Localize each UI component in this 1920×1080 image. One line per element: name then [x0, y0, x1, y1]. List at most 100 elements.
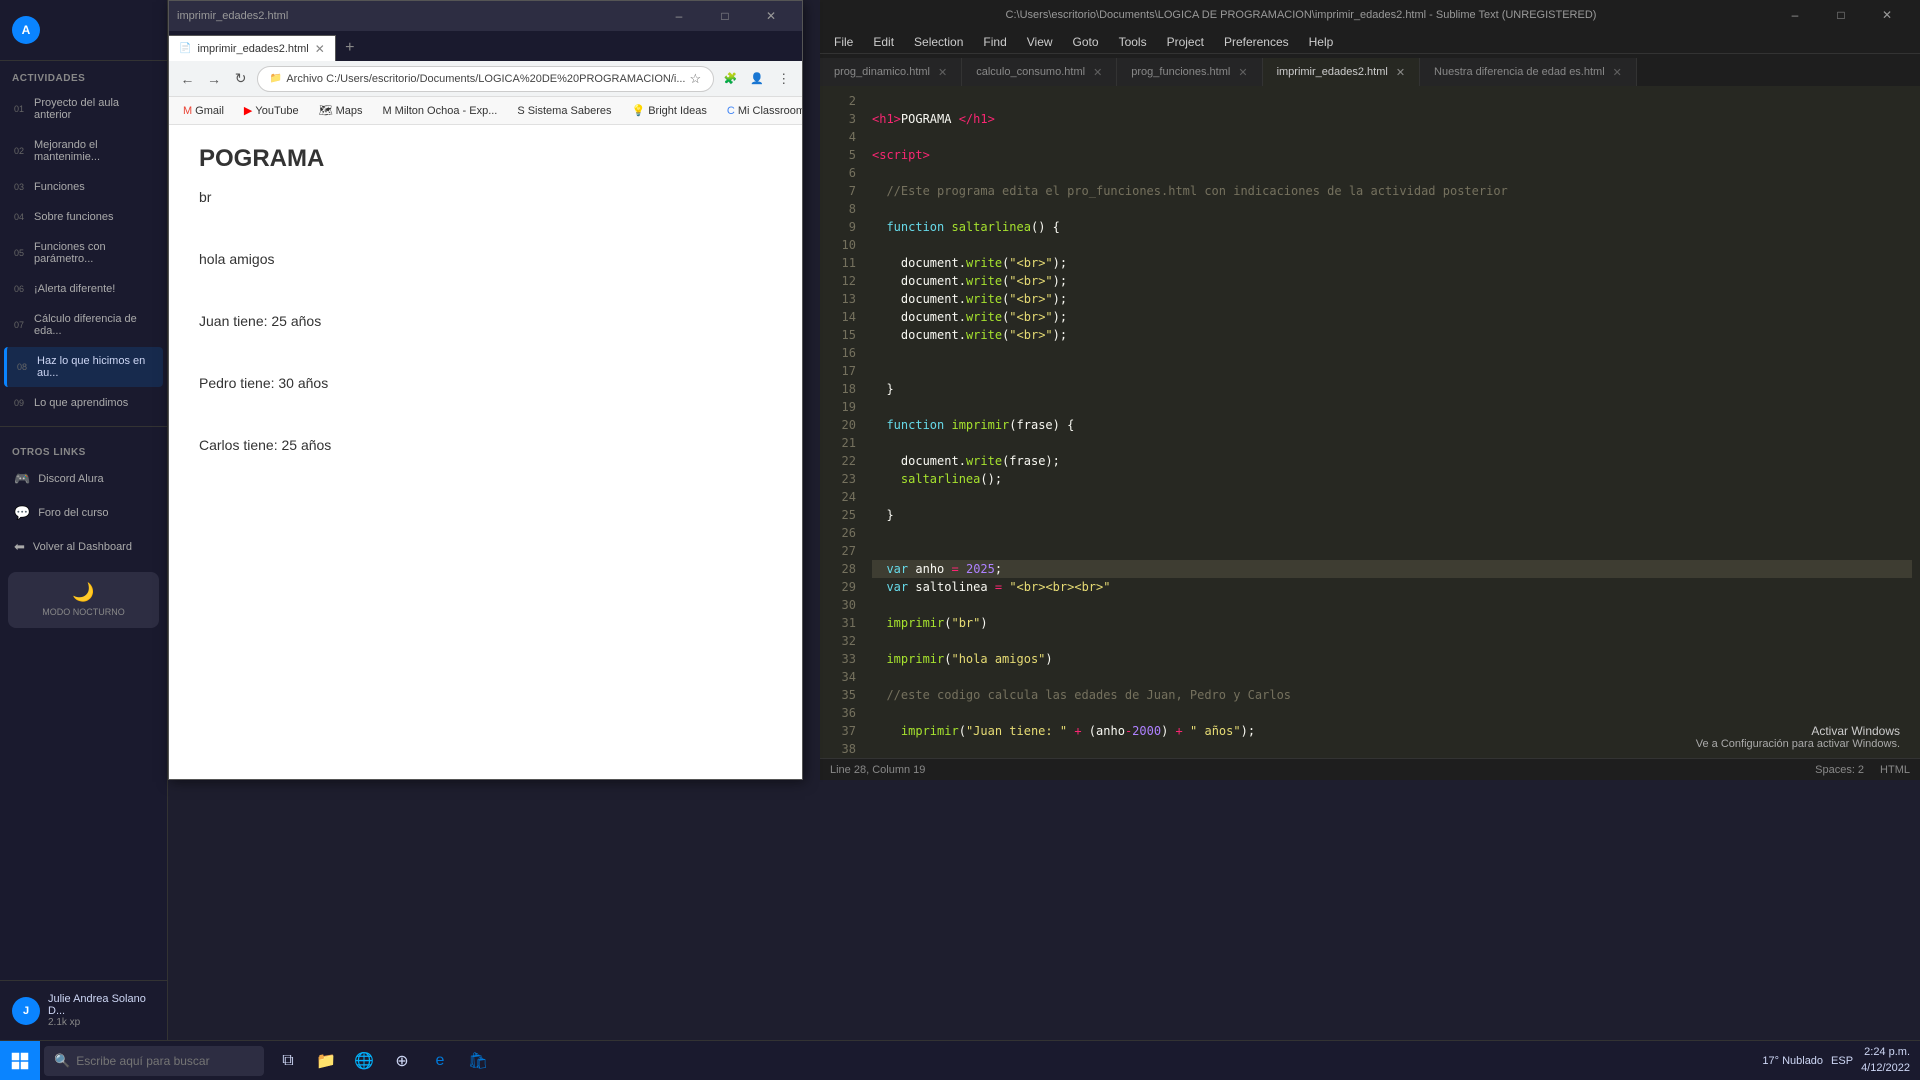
spaces-indicator: Spaces: 2 [1815, 764, 1864, 776]
new-tab-button[interactable]: + [336, 35, 364, 61]
edge-taskbar-button[interactable]: e [422, 1042, 458, 1080]
start-button[interactable] [0, 1041, 40, 1080]
browser-taskbar-button[interactable]: 🌐 [346, 1042, 382, 1080]
bookmark-label: Gmail [195, 105, 224, 117]
profile-button[interactable]: 👤 [747, 66, 768, 92]
bookmark-saberes[interactable]: S Sistema Saberes [511, 103, 617, 119]
taskbar-search[interactable]: 🔍 [44, 1046, 264, 1076]
maximize-button[interactable]: □ [702, 1, 748, 31]
sublime-tab-imprimir-edades[interactable]: imprimir_edades2.html ✕ [1263, 58, 1420, 86]
browser-window: imprimir_edades2.html – □ ✕ 📄 imprimir_e… [168, 0, 803, 780]
tab-close[interactable]: ✕ [1613, 66, 1622, 79]
code-editor[interactable]: <h1>POGRAMA </h1><script> //Este program… [864, 86, 1920, 758]
url-text: Archivo C:/Users/escritorio/Documents/LO… [286, 73, 685, 85]
bookmark-star-icon[interactable]: ☆ [690, 71, 702, 87]
sidebar-item-01[interactable]: 01 Proyecto del aula anterior [4, 89, 163, 129]
line-numbers: 2345678910111213141516171819202122232425… [820, 86, 864, 758]
minimize-button[interactable]: – [656, 1, 702, 31]
menu-button[interactable]: ⋮ [773, 66, 794, 92]
taskbar-search-input[interactable] [76, 1054, 236, 1068]
browser-titlebar: imprimir_edades2.html – □ ✕ [169, 1, 802, 31]
file-explorer-button[interactable]: 📁 [308, 1042, 344, 1080]
bookmark-maps[interactable]: 🗺 Maps [313, 102, 369, 119]
back-button[interactable]: ← [177, 66, 198, 92]
bookmark-youtube[interactable]: ▶ YouTube [238, 102, 305, 119]
address-bar[interactable]: 📁 Archivo C:/Users/escritorio/Documents/… [257, 66, 714, 92]
night-mode-button[interactable]: 🌙 MODO NOCTURNO [8, 572, 159, 628]
activities-section-title: ACTIVIDADES [0, 61, 167, 88]
item-num: 04 [14, 212, 24, 222]
menu-goto[interactable]: Goto [1063, 30, 1109, 54]
sidebar-item-label: Foro del curso [38, 507, 108, 519]
menu-help[interactable]: Help [1299, 30, 1344, 54]
bookmark-classroom[interactable]: C Mi Classroom - Login [721, 103, 802, 119]
sublime-tab-calculo[interactable]: calculo_consumo.html ✕ [962, 58, 1117, 86]
sublime-minimize[interactable]: – [1772, 0, 1818, 30]
sublime-tabs: prog_dinamico.html ✕ calculo_consumo.htm… [820, 54, 1920, 86]
menu-tools[interactable]: Tools [1109, 30, 1157, 54]
browser-tabs: 📄 imprimir_edades2.html ✕ + [169, 31, 802, 61]
tab-close[interactable]: ✕ [1396, 66, 1405, 79]
statusbar-right: Spaces: 2 HTML [1815, 764, 1910, 776]
sidebar-item-03[interactable]: 03 Funciones [4, 173, 163, 201]
sublime-close[interactable]: ✕ [1864, 0, 1910, 30]
menu-view[interactable]: View [1017, 30, 1063, 54]
item-num: 06 [14, 284, 24, 294]
clock: 2:24 p.m. 4/12/2022 [1861, 1045, 1910, 1076]
user-xp: 2.1k xp [48, 1017, 155, 1028]
chrome-taskbar-button[interactable]: ⊕ [384, 1042, 420, 1080]
sidebar-item-label: Discord Alura [38, 473, 103, 485]
tab-label: prog_funciones.html [1131, 66, 1230, 78]
saberes-icon: S [517, 105, 524, 117]
tab-label: imprimir_edades2.html [197, 43, 308, 55]
tab-close[interactable]: ✕ [938, 66, 947, 79]
menu-edit[interactable]: Edit [863, 30, 904, 54]
refresh-button[interactable]: ↻ [230, 66, 251, 92]
sublime-tab-prog-dinamico[interactable]: prog_dinamico.html ✕ [820, 58, 962, 86]
menu-preferences[interactable]: Preferences [1214, 30, 1299, 54]
sidebar-item-label: Funciones [34, 181, 85, 193]
menu-file[interactable]: File [824, 30, 863, 54]
menu-selection[interactable]: Selection [904, 30, 973, 54]
sidebar-item-02[interactable]: 02 Mejorando el mantenimie... [4, 131, 163, 171]
sidebar-item-07[interactable]: 07 Cálculo diferencia de eda... [4, 305, 163, 345]
language-indicator: HTML [1880, 764, 1910, 776]
output-pedro: Pedro tiene: 30 años [199, 375, 772, 391]
tab-label: calculo_consumo.html [976, 66, 1085, 78]
menu-project[interactable]: Project [1157, 30, 1214, 54]
browser-icon: 🌐 [354, 1051, 374, 1071]
bookmark-gmail[interactable]: M Gmail [177, 103, 230, 119]
tab-close[interactable]: ✕ [1238, 66, 1247, 79]
milton-icon: M [382, 105, 391, 117]
youtube-icon: ▶ [244, 104, 252, 117]
task-view-button[interactable]: ⧉ [270, 1042, 306, 1080]
sublime-title-text: C:\Users\escritorio\Documents\LOGICA DE … [830, 9, 1772, 21]
sublime-tab-funciones[interactable]: prog_funciones.html ✕ [1117, 58, 1262, 86]
sidebar-item-08[interactable]: 08 Haz lo que hicimos en au... [4, 347, 163, 387]
forward-button[interactable]: → [204, 66, 225, 92]
sidebar-item-05[interactable]: 05 Funciones con parámetro... [4, 233, 163, 273]
sidebar-item-discord[interactable]: 🎮 Discord Alura [4, 463, 163, 495]
sidebar-item-label: Proyecto del aula anterior [34, 97, 153, 121]
menu-find[interactable]: Find [973, 30, 1016, 54]
sidebar-item-forum[interactable]: 💬 Foro del curso [4, 497, 163, 529]
sidebar-item-09[interactable]: 09 Lo que aprendimos [4, 389, 163, 417]
sublime-maximize[interactable]: □ [1818, 0, 1864, 30]
gmail-icon: M [183, 105, 192, 117]
extensions-button[interactable]: 🧩 [720, 66, 741, 92]
sidebar-item-06[interactable]: 06 ¡Alerta diferente! [4, 275, 163, 303]
user-avatar: J [12, 997, 40, 1025]
bookmark-bright[interactable]: 💡 Bright Ideas [625, 102, 712, 119]
tab-close[interactable]: ✕ [1093, 66, 1102, 79]
tab-close-button[interactable]: ✕ [315, 42, 325, 56]
sidebar-item-dashboard[interactable]: ⬅ Volver al Dashboard [4, 531, 163, 563]
taskbar-system-tray: 17° Nublado ESP 2:24 p.m. 4/12/2022 [1762, 1045, 1920, 1076]
close-button[interactable]: ✕ [748, 1, 794, 31]
store-taskbar-button[interactable]: 🛍 [460, 1042, 496, 1080]
item-num: 05 [14, 248, 24, 258]
sidebar-divider [0, 426, 167, 427]
sidebar-item-04[interactable]: 04 Sobre funciones [4, 203, 163, 231]
browser-tab-active[interactable]: 📄 imprimir_edades2.html ✕ [169, 35, 336, 61]
sublime-tab-diferencia[interactable]: Nuestra diferencia de edad es.html ✕ [1420, 58, 1637, 86]
bookmark-milton[interactable]: M Milton Ochoa - Exp... [376, 103, 503, 119]
